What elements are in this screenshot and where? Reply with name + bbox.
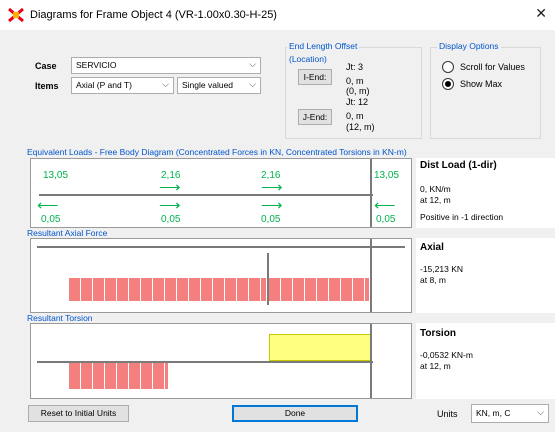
i-end-jt: Jt: 3 bbox=[346, 62, 364, 72]
j-end-location: (12, m) bbox=[346, 122, 375, 132]
j-end-button-label: J-End: bbox=[302, 112, 328, 122]
chevron-down-icon: ⌵ bbox=[162, 79, 169, 89]
done-button[interactable]: Done bbox=[232, 405, 358, 422]
units-label: Units bbox=[437, 409, 458, 419]
loads-side-panel: Dist Load (1-dir) 0, KN/m at 12, m Posit… bbox=[416, 158, 555, 228]
reset-units-button-label: Reset to Initial Units bbox=[40, 408, 117, 418]
axial-support-line bbox=[370, 239, 372, 312]
loads-plot: 13,05 2,16 2,16 13,05 ⟶ ⟶ ⟵ ⟶ ⟶ ⟵ 0,05 0… bbox=[30, 158, 412, 228]
case-select[interactable]: SERVICIO ⌵ bbox=[71, 57, 261, 74]
display-options-title: Display Options bbox=[437, 41, 501, 51]
arrow-right-icon: ⟶ bbox=[261, 197, 283, 214]
chevron-down-icon: ⌵ bbox=[249, 79, 256, 89]
frame-line bbox=[39, 194, 373, 196]
units-select[interactable]: KN, m, C ⌵ bbox=[471, 404, 549, 423]
chevron-down-icon: ⌵ bbox=[249, 59, 256, 69]
i-end-offset: 0, m bbox=[346, 76, 364, 86]
torsion-positive-bar bbox=[269, 334, 371, 361]
arrow-left-icon: ⟵ bbox=[37, 197, 59, 214]
torsion-side-value: -0,0532 KN-m bbox=[420, 350, 473, 360]
case-select-value: SERVICIO bbox=[76, 60, 117, 70]
loads-side-location: at 12, m bbox=[420, 195, 451, 205]
torsion-negative-bar bbox=[69, 363, 169, 389]
end-length-offset-title: End Length Offset bbox=[287, 41, 360, 51]
axial-zero-line bbox=[37, 246, 405, 248]
torsion-side-title: Torsion bbox=[420, 328, 456, 339]
torsion-panel-header: Resultant Torsion bbox=[27, 313, 93, 323]
i-end-location: (0, m) bbox=[346, 86, 370, 96]
torsion-side-panel: Torsion -0,0532 KN-m at 12, m bbox=[416, 323, 555, 399]
load-bottom-value: 0,05 bbox=[41, 214, 61, 225]
location-subtitle: (Location) bbox=[289, 54, 327, 64]
units-select-value: KN, m, C bbox=[476, 408, 511, 418]
axial-bar-left bbox=[69, 278, 267, 301]
scroll-for-values-radio[interactable] bbox=[442, 61, 454, 73]
axial-bar-right bbox=[269, 278, 370, 301]
axial-plot bbox=[30, 238, 412, 313]
items-select[interactable]: Axial (P and T) ⌵ bbox=[71, 77, 174, 94]
arrow-right-icon: ⟶ bbox=[159, 179, 181, 196]
sap-app-icon bbox=[8, 8, 24, 22]
show-max-radio[interactable] bbox=[442, 78, 454, 90]
j-end-jt: Jt: 12 bbox=[346, 97, 369, 107]
close-icon[interactable]: ✕ bbox=[535, 6, 547, 20]
load-top-value: 13,05 bbox=[374, 170, 400, 181]
loads-side-note: Positive in -1 direction bbox=[420, 212, 504, 222]
j-end-button[interactable]: J-End: bbox=[298, 109, 332, 125]
torsion-support-line bbox=[370, 324, 372, 398]
title-bar: Diagrams for Frame Object 4 (VR-1.00x0.3… bbox=[0, 0, 555, 30]
torsion-side-location: at 12, m bbox=[420, 361, 451, 371]
i-end-button[interactable]: I-End: bbox=[298, 69, 332, 85]
chevron-down-icon: ⌵ bbox=[537, 407, 544, 417]
window-title: Diagrams for Frame Object 4 (VR-1.00x0.3… bbox=[30, 9, 277, 21]
i-end-button-label: I-End: bbox=[303, 72, 327, 82]
torsion-plot bbox=[30, 323, 412, 399]
axial-side-value: -15,213 KN bbox=[420, 264, 463, 274]
axial-side-title: Axial bbox=[420, 242, 444, 253]
load-bottom-value: 0,05 bbox=[376, 214, 396, 225]
items-select-value: Axial (P and T) bbox=[76, 80, 132, 90]
items-label: Items bbox=[35, 81, 59, 91]
support-line bbox=[370, 159, 372, 227]
show-max-label[interactable]: Show Max bbox=[460, 79, 502, 89]
case-group: Case SERVICIO ⌵ Items Axial (P and T) ⌵ … bbox=[26, 50, 274, 96]
axial-side-location: at 8, m bbox=[420, 275, 446, 285]
arrow-right-icon: ⟶ bbox=[261, 179, 283, 196]
j-end-offset: 0, m bbox=[346, 111, 364, 121]
mode-select-value: Single valued bbox=[182, 80, 234, 90]
loads-panel-header: Equivalent Loads - Free Body Diagram (Co… bbox=[27, 147, 407, 157]
reset-units-button[interactable]: Reset to Initial Units bbox=[28, 405, 129, 422]
display-options-group: Display Options Scroll for Values Show M… bbox=[430, 41, 541, 139]
axial-side-panel: Axial -15,213 KN at 8, m bbox=[416, 238, 555, 313]
done-button-label: Done bbox=[284, 408, 306, 418]
loads-side-value: 0, KN/m bbox=[420, 184, 451, 194]
scroll-for-values-label[interactable]: Scroll for Values bbox=[460, 62, 525, 72]
load-bottom-value: 0,05 bbox=[261, 214, 281, 225]
loads-side-title: Dist Load (1-dir) bbox=[420, 160, 497, 171]
load-top-value: 13,05 bbox=[43, 170, 69, 181]
case-label: Case bbox=[35, 61, 57, 71]
load-bottom-value: 0,05 bbox=[161, 214, 181, 225]
end-length-offset-group: End Length Offset (Location) Jt: 3 I-End… bbox=[285, 41, 422, 139]
arrow-left-icon: ⟵ bbox=[374, 197, 396, 214]
mode-select[interactable]: Single valued ⌵ bbox=[177, 77, 261, 94]
axial-panel-header: Resultant Axial Force bbox=[27, 230, 108, 238]
arrow-right-icon: ⟶ bbox=[159, 197, 181, 214]
